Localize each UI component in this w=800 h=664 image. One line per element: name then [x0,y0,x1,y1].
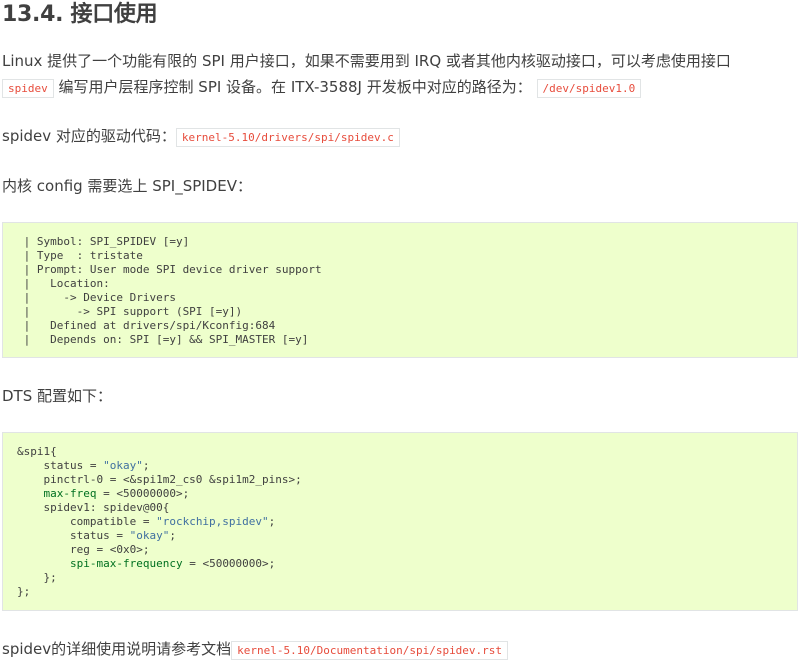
driver-path-code: kernel-5.10/drivers/spi/spidev.c [175,128,400,147]
dts-intro: DTS 配置如下： [2,387,113,405]
doc-ref-line: spidev的详细使用说明请参考文档 kernel-5.10/Documentat… [2,636,509,664]
driver-line: spidev 对应的驱动代码： kernel-5.10/drivers/spi/s… [2,123,400,151]
spidev-code: spidev [2,79,54,98]
dts-code: &spi1{ status = "okay"; pinctrl-0 = <&sp… [17,445,302,598]
doc-ref-code: kernel-5.10/Documentation/spi/spidev.rst [231,641,509,660]
kconfig-code-block: | Symbol: SPI_SPIDEV [=y] | Type : trist… [2,222,798,358]
driver-text: spidev 对应的驱动代码： [2,127,176,145]
kconfig-code: | Symbol: SPI_SPIDEV [=y] | Type : trist… [23,235,322,346]
spidev-path-code: /dev/spidev1.0 [536,79,642,98]
section-heading: 13.4. 接口使用 [2,2,158,27]
intro-line-2: spidev 编写用户层程序控制 SPI 设备。在 ITX-3588J 开发板中… [2,74,642,102]
intro-line-1: Linux 提供了一个功能有限的 SPI 用户接口，如果不需要用到 IRQ 或者… [2,52,731,70]
doc-ref-text: spidev的详细使用说明请参考文档 [2,640,232,658]
intro-line-2-text: 编写用户层程序控制 SPI 设备。在 ITX-3588J 开发板中对应的路径为： [58,78,532,96]
dts-code-block: &spi1{ status = "okay"; pinctrl-0 = <&sp… [2,432,798,611]
kconfig-intro: 内核 config 需要选上 SPI_SPIDEV： [2,177,252,195]
